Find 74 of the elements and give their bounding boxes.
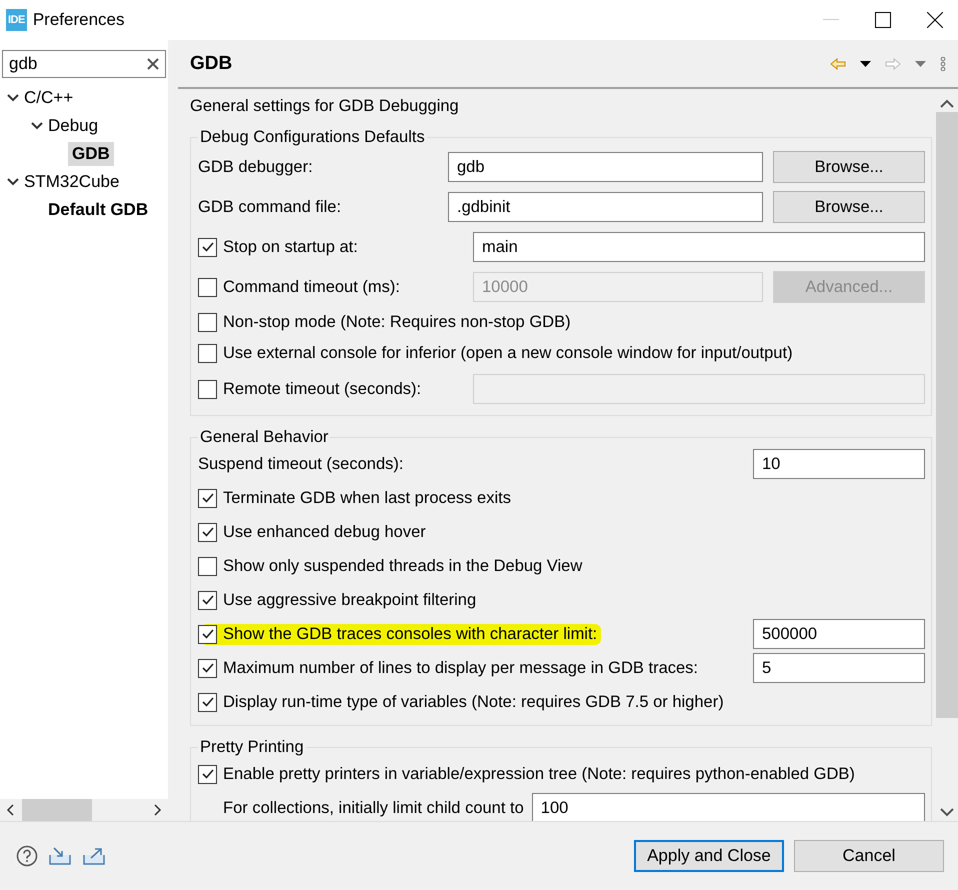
maximize-icon[interactable] — [875, 12, 891, 28]
horizontal-scrollbar[interactable] — [0, 799, 168, 821]
input-field[interactable]: 100 — [532, 793, 925, 821]
group-title: General Behavior — [199, 428, 330, 447]
group-title: Debug Configurations Defaults — [199, 128, 426, 147]
input-field[interactable]: gdb — [448, 152, 763, 182]
setting-label: For collections, initially limit child count to — [223, 798, 524, 818]
dialog-button[interactable]: Cancel — [794, 840, 944, 872]
setting-label: Terminate GDB when last process exits — [223, 488, 511, 508]
tree-item[interactable]: Debug — [44, 114, 102, 138]
checkbox[interactable] — [198, 624, 217, 644]
setting-label: Use external console for inferior (open a new console window for input/output) — [223, 343, 793, 364]
menu-icon[interactable] — [940, 56, 946, 70]
checkbox[interactable] — [198, 522, 217, 542]
checkmark-icon — [200, 525, 214, 539]
browse-button[interactable]: Browse... — [773, 151, 925, 183]
checkmark-icon — [200, 491, 214, 505]
page-title: GDB — [190, 52, 234, 74]
input-field[interactable]: 10 — [753, 449, 925, 479]
browse-button[interactable]: Browse... — [773, 191, 925, 223]
window-title: Preferences — [32, 10, 126, 30]
search-field[interactable]: gdb — [2, 50, 166, 78]
export-icon[interactable] — [82, 846, 106, 866]
setting-label: Command timeout (ms): — [223, 276, 401, 298]
setting-label: Maximum number of lines to display per message in GDB traces: — [223, 658, 698, 678]
setting-label: Use aggressive breakpoint filtering — [223, 590, 476, 610]
checkmark-icon — [200, 593, 214, 607]
setting-label: Display run-time type of variables (Note: requires GDB 7.5 or higher) — [223, 692, 724, 712]
tree-item[interactable]: Default GDB — [44, 198, 152, 222]
clear-icon[interactable] — [147, 58, 159, 70]
checkbox[interactable] — [198, 658, 217, 678]
checkmark-icon — [200, 240, 214, 254]
input-field[interactable]: .gdbinit — [448, 192, 763, 222]
setting-label: GDB debugger: — [198, 156, 314, 178]
checkbox[interactable] — [198, 380, 217, 398]
group-title: Pretty Printing — [199, 738, 305, 757]
checkmark-icon — [200, 695, 214, 709]
setting-label: Non-stop mode (Note: Requires non-stop GDB) — [223, 312, 571, 333]
tree-item[interactable]: GDB — [68, 142, 114, 166]
dialog-button[interactable]: Apply and Close — [634, 840, 784, 872]
input-field[interactable]: main — [473, 232, 925, 262]
app-logo: IDE — [6, 9, 27, 31]
checkbox[interactable] — [198, 278, 217, 296]
dropdown-icon[interactable] — [860, 60, 871, 66]
help-icon[interactable] — [16, 845, 38, 867]
close-icon[interactable] — [927, 12, 943, 28]
checkbox[interactable] — [198, 764, 217, 784]
checkmark-icon — [200, 767, 214, 781]
checkmark-icon — [200, 627, 214, 641]
checkbox[interactable] — [198, 488, 217, 508]
checkbox[interactable] — [198, 556, 217, 576]
scroll-left-icon[interactable] — [6, 804, 14, 816]
setting-label: Use enhanced debug hover — [223, 522, 426, 542]
checkmark-icon — [200, 661, 214, 675]
input-field[interactable]: 5 — [753, 653, 925, 683]
checkbox[interactable] — [198, 313, 217, 332]
setting-label: Stop on startup at: — [223, 236, 359, 258]
scroll-down-icon[interactable] — [940, 808, 954, 817]
import-icon[interactable] — [48, 846, 72, 866]
tree-item[interactable]: C/C++ — [20, 86, 78, 110]
page-description: General settings for GDB Debugging — [190, 97, 460, 116]
checkbox[interactable] — [198, 692, 217, 712]
setting-label: GDB command file: — [198, 196, 342, 218]
checkbox[interactable] — [198, 344, 217, 363]
checkbox[interactable] — [198, 238, 217, 256]
input-field[interactable]: 500000 — [753, 619, 925, 649]
setting-label: Suspend timeout (seconds): — [198, 454, 404, 474]
setting-label: Remote timeout (seconds): — [223, 378, 422, 400]
setting-label: Enable pretty printers in variable/expression tree (Note: requires python-enabled GDB) — [223, 764, 855, 784]
tree-item[interactable]: STM32Cube — [20, 170, 124, 194]
scroll-right-icon[interactable] — [154, 804, 162, 816]
checkbox[interactable] — [198, 590, 217, 610]
scroll-up-icon[interactable] — [940, 99, 954, 108]
setting-label: Show only suspended threads in the Debug View — [223, 556, 582, 576]
